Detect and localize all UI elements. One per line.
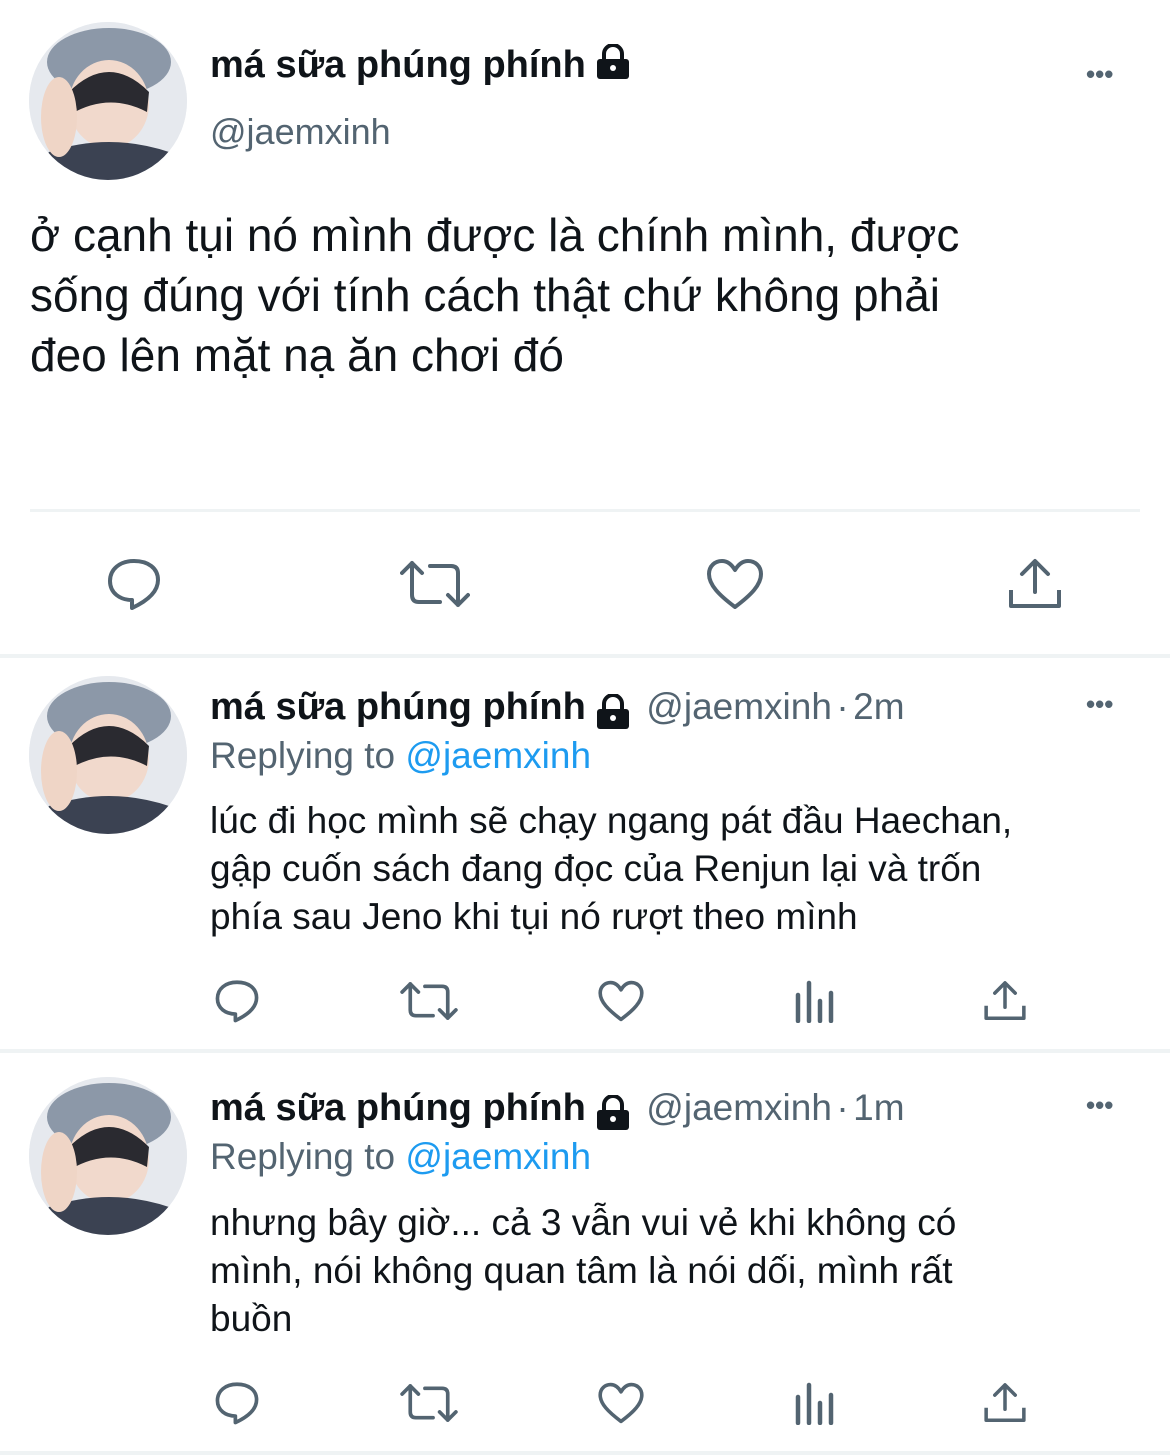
divider bbox=[0, 1049, 1170, 1053]
display-name[interactable]: má sữa phúng phính bbox=[210, 686, 586, 728]
analytics-icon[interactable] bbox=[790, 976, 838, 1026]
display-name[interactable]: má sữa phúng phính bbox=[210, 43, 632, 90]
lock-icon bbox=[594, 693, 632, 735]
more-icon[interactable]: ••• bbox=[1086, 691, 1113, 717]
lock-icon bbox=[594, 43, 632, 90]
replying-to: Replying to @jaemxinh bbox=[210, 735, 592, 776]
avatar[interactable] bbox=[29, 676, 187, 834]
retweet-icon[interactable] bbox=[400, 976, 458, 1026]
lock-icon bbox=[594, 1094, 632, 1136]
handle[interactable]: @jaemxinh bbox=[646, 1087, 832, 1128]
display-name[interactable]: má sữa phúng phính bbox=[210, 1087, 586, 1129]
tweet-text: nhưng bây giờ... cả 3 vẫn vui vẻ khi khô… bbox=[210, 1202, 957, 1339]
divider bbox=[0, 654, 1170, 658]
retweet-icon[interactable] bbox=[400, 553, 470, 615]
handle[interactable]: @jaemxinh bbox=[210, 111, 391, 153]
avatar[interactable] bbox=[29, 22, 187, 180]
share-icon[interactable] bbox=[980, 1378, 1030, 1428]
more-icon[interactable]: ••• bbox=[1086, 61, 1113, 87]
separator: · bbox=[836, 1087, 849, 1128]
analytics-icon[interactable] bbox=[790, 1378, 838, 1428]
divider bbox=[0, 1451, 1170, 1455]
reply-icon[interactable] bbox=[212, 1378, 262, 1428]
tweet-text: lúc đi học mình sẽ chạy ngang pát đầu Ha… bbox=[210, 800, 1013, 937]
like-icon[interactable] bbox=[596, 976, 646, 1026]
replying-to-link[interactable]: @jaemxinh bbox=[405, 1136, 591, 1177]
timestamp[interactable]: 2m bbox=[853, 686, 904, 727]
more-icon[interactable]: ••• bbox=[1086, 1092, 1113, 1118]
reply-icon[interactable] bbox=[212, 976, 262, 1026]
share-icon[interactable] bbox=[1004, 553, 1066, 615]
divider bbox=[30, 509, 1140, 512]
avatar[interactable] bbox=[29, 1077, 187, 1235]
reply-icon[interactable] bbox=[103, 553, 165, 615]
handle[interactable]: @jaemxinh bbox=[646, 686, 832, 727]
like-icon[interactable] bbox=[596, 1378, 646, 1428]
timestamp[interactable]: 1m bbox=[853, 1087, 904, 1128]
replying-to-link[interactable]: @jaemxinh bbox=[405, 735, 591, 776]
replying-to: Replying to @jaemxinh bbox=[210, 1136, 592, 1177]
separator: · bbox=[836, 686, 849, 727]
share-icon[interactable] bbox=[980, 976, 1030, 1026]
tweet-text: ở cạnh tụi nó mình được là chính mình, đ… bbox=[30, 209, 960, 381]
like-icon[interactable] bbox=[704, 553, 766, 615]
retweet-icon[interactable] bbox=[400, 1378, 458, 1428]
